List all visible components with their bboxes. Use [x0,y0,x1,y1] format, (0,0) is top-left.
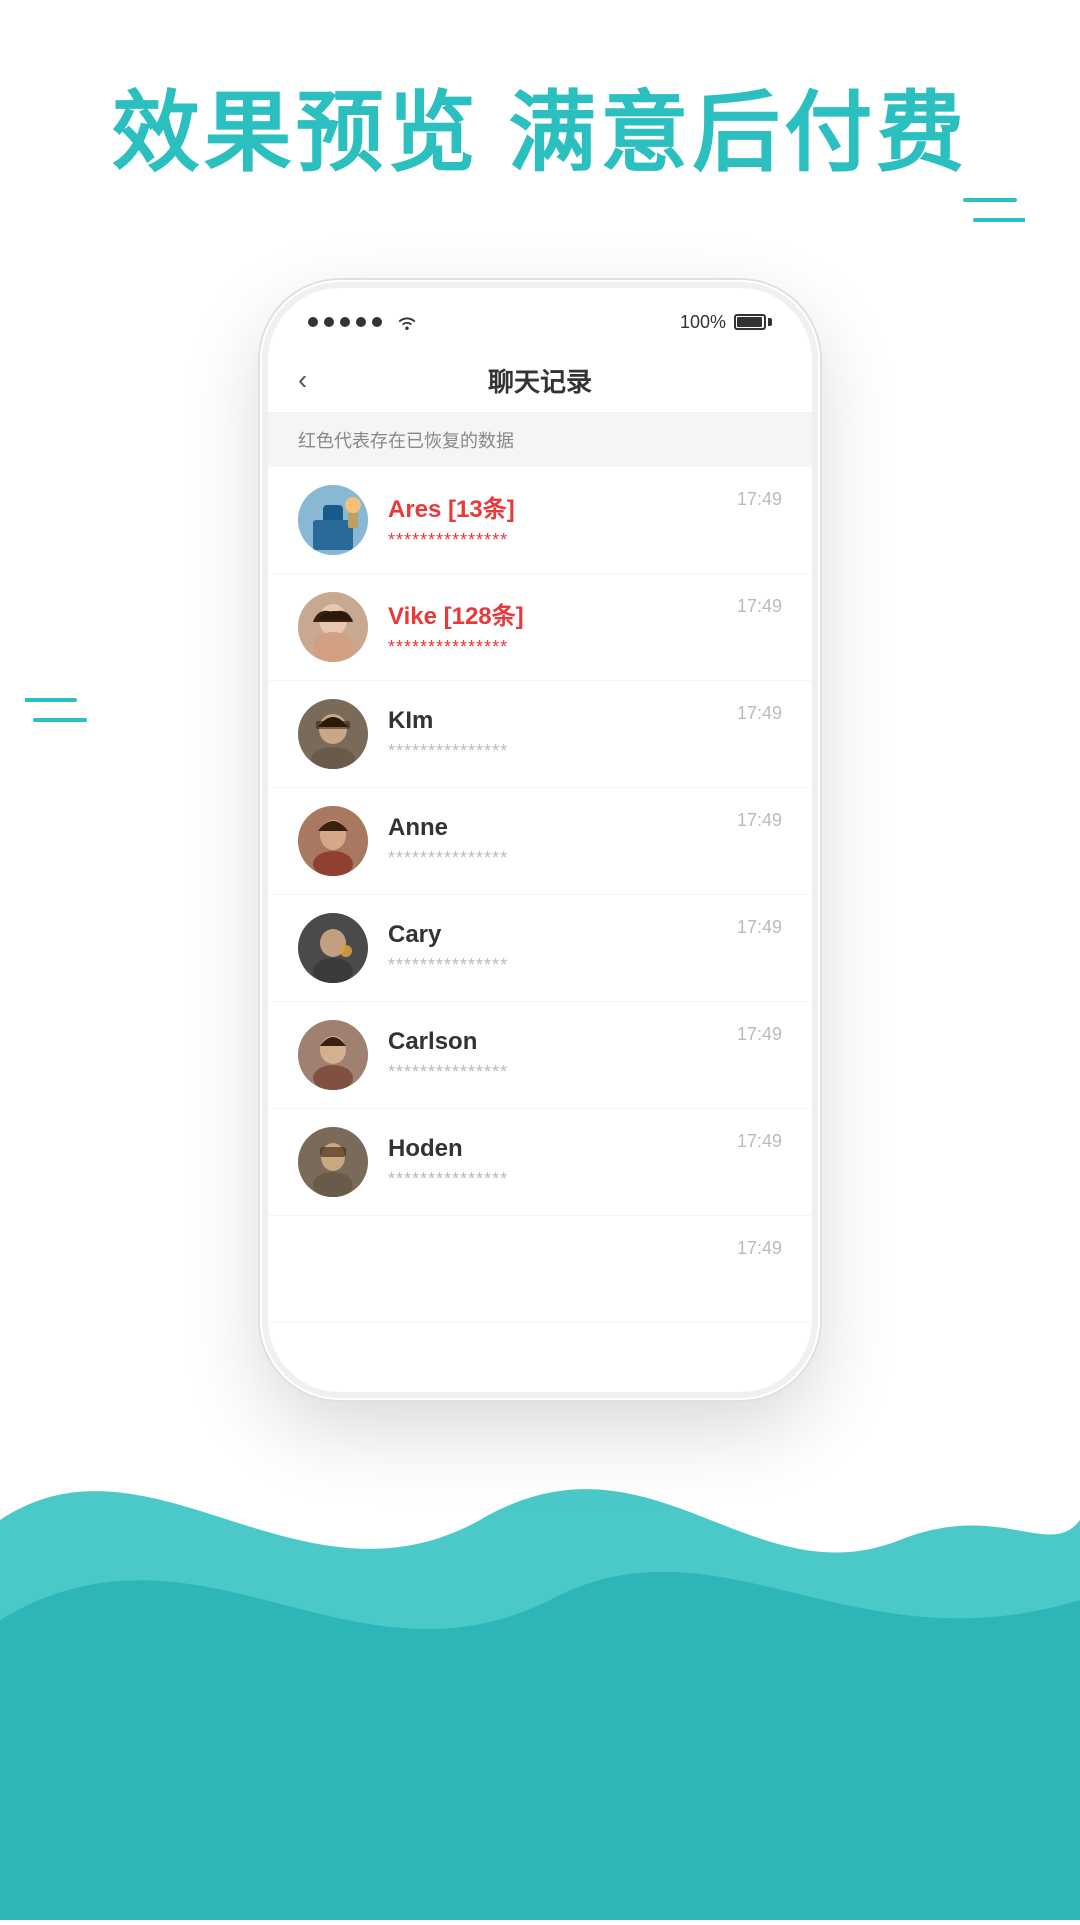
chat-name-cary: Cary [388,921,717,949]
chat-list: Ares [13条] *************** 17:49 [268,467,812,1323]
chat-time-vike: 17:49 [737,592,782,617]
chat-preview-anne: *************** [388,848,717,869]
battery-tip [768,318,772,326]
chat-time-unknown: 17:49 [737,1234,782,1259]
chat-info-ares: Ares [13条] *************** [388,489,717,551]
chat-preview-klm: *************** [388,741,717,762]
chat-info-klm: KIm *************** [388,707,717,762]
signal-dot-3 [340,317,350,327]
chat-time-klm: 17:49 [737,699,782,724]
battery-percentage: 100% [680,312,726,333]
status-right: 100% [680,312,772,333]
signal-dot-2 [324,317,334,327]
phone-shell: 100% ‹ 聊天记录 红色代表存在已恢复的数据 [260,280,820,1400]
avatar-vike [298,592,368,662]
deco-lines-right [935,190,1025,285]
battery-fill [737,317,762,327]
chat-preview-cary: *************** [388,955,717,976]
notice-bar: 红色代表存在已恢复的数据 [268,413,812,467]
chat-name-vike: Vike [128条] [388,596,717,631]
battery-body [734,314,766,330]
chat-item-ares[interactable]: Ares [13条] *************** 17:49 [268,467,812,574]
chat-name-carlson: Carlson [388,1028,717,1056]
chat-preview-carlson: *************** [388,1062,717,1083]
wave-background [0,1320,1080,1920]
chat-item-unknown[interactable]: 17:49 [268,1216,812,1323]
chat-info-anne: Anne *************** [388,814,717,869]
chat-time-cary: 17:49 [737,913,782,938]
chat-info-vike: Vike [128条] *************** [388,596,717,658]
signal-dot-4 [356,317,366,327]
status-bar: 100% [268,288,812,348]
signal-dot-1 [308,317,318,327]
chat-info-cary: Cary *************** [388,921,717,976]
chat-preview-ares: *************** [388,530,717,551]
avatar-klm [298,699,368,769]
chat-name-hoden: Hoden [388,1135,717,1163]
avatar-hoden [298,1127,368,1197]
chat-item-anne[interactable]: Anne *************** 17:49 [268,788,812,895]
chat-name-klm: KIm [388,707,717,735]
signal-dot-5 [372,317,382,327]
nav-title: 聊天记录 [488,362,592,399]
avatar-cary [298,913,368,983]
avatar-anne [298,806,368,876]
chat-preview-hoden: *************** [388,1169,717,1190]
chat-info-unknown [388,1266,717,1272]
phone-mockup: 100% ‹ 聊天记录 红色代表存在已恢复的数据 [260,280,820,1400]
hero-title: 效果预览 满意后付费 [0,80,1080,186]
battery-icon [734,314,772,330]
chat-item-cary[interactable]: Cary *************** 17:49 [268,895,812,1002]
chat-preview-vike: *************** [388,637,717,658]
chat-item-carlson[interactable]: Carlson *************** 17:49 [268,1002,812,1109]
chat-item-hoden[interactable]: Hoden *************** 17:49 [268,1109,812,1216]
deco-lines-left [25,680,105,755]
signal-dots [308,317,382,327]
chat-info-carlson: Carlson *************** [388,1028,717,1083]
phone-screen: 100% ‹ 聊天记录 红色代表存在已恢复的数据 [268,288,812,1392]
avatar-carlson [298,1020,368,1090]
wifi-icon [396,314,418,330]
chat-info-hoden: Hoden *************** [388,1135,717,1190]
nav-bar: ‹ 聊天记录 [268,348,812,413]
chat-name-ares: Ares [13条] [388,489,717,524]
chat-time-ares: 17:49 [737,485,782,510]
avatar-placeholder [298,1234,368,1304]
chat-item-vike[interactable]: Vike [128条] *************** 17:49 [268,574,812,681]
chat-item-klm[interactable]: KIm *************** 17:49 [268,681,812,788]
chat-time-carlson: 17:49 [737,1020,782,1045]
back-button[interactable]: ‹ [298,364,307,396]
avatar-ares [298,485,368,555]
chat-name-anne: Anne [388,814,717,842]
chat-time-anne: 17:49 [737,806,782,831]
chat-time-hoden: 17:49 [737,1127,782,1152]
